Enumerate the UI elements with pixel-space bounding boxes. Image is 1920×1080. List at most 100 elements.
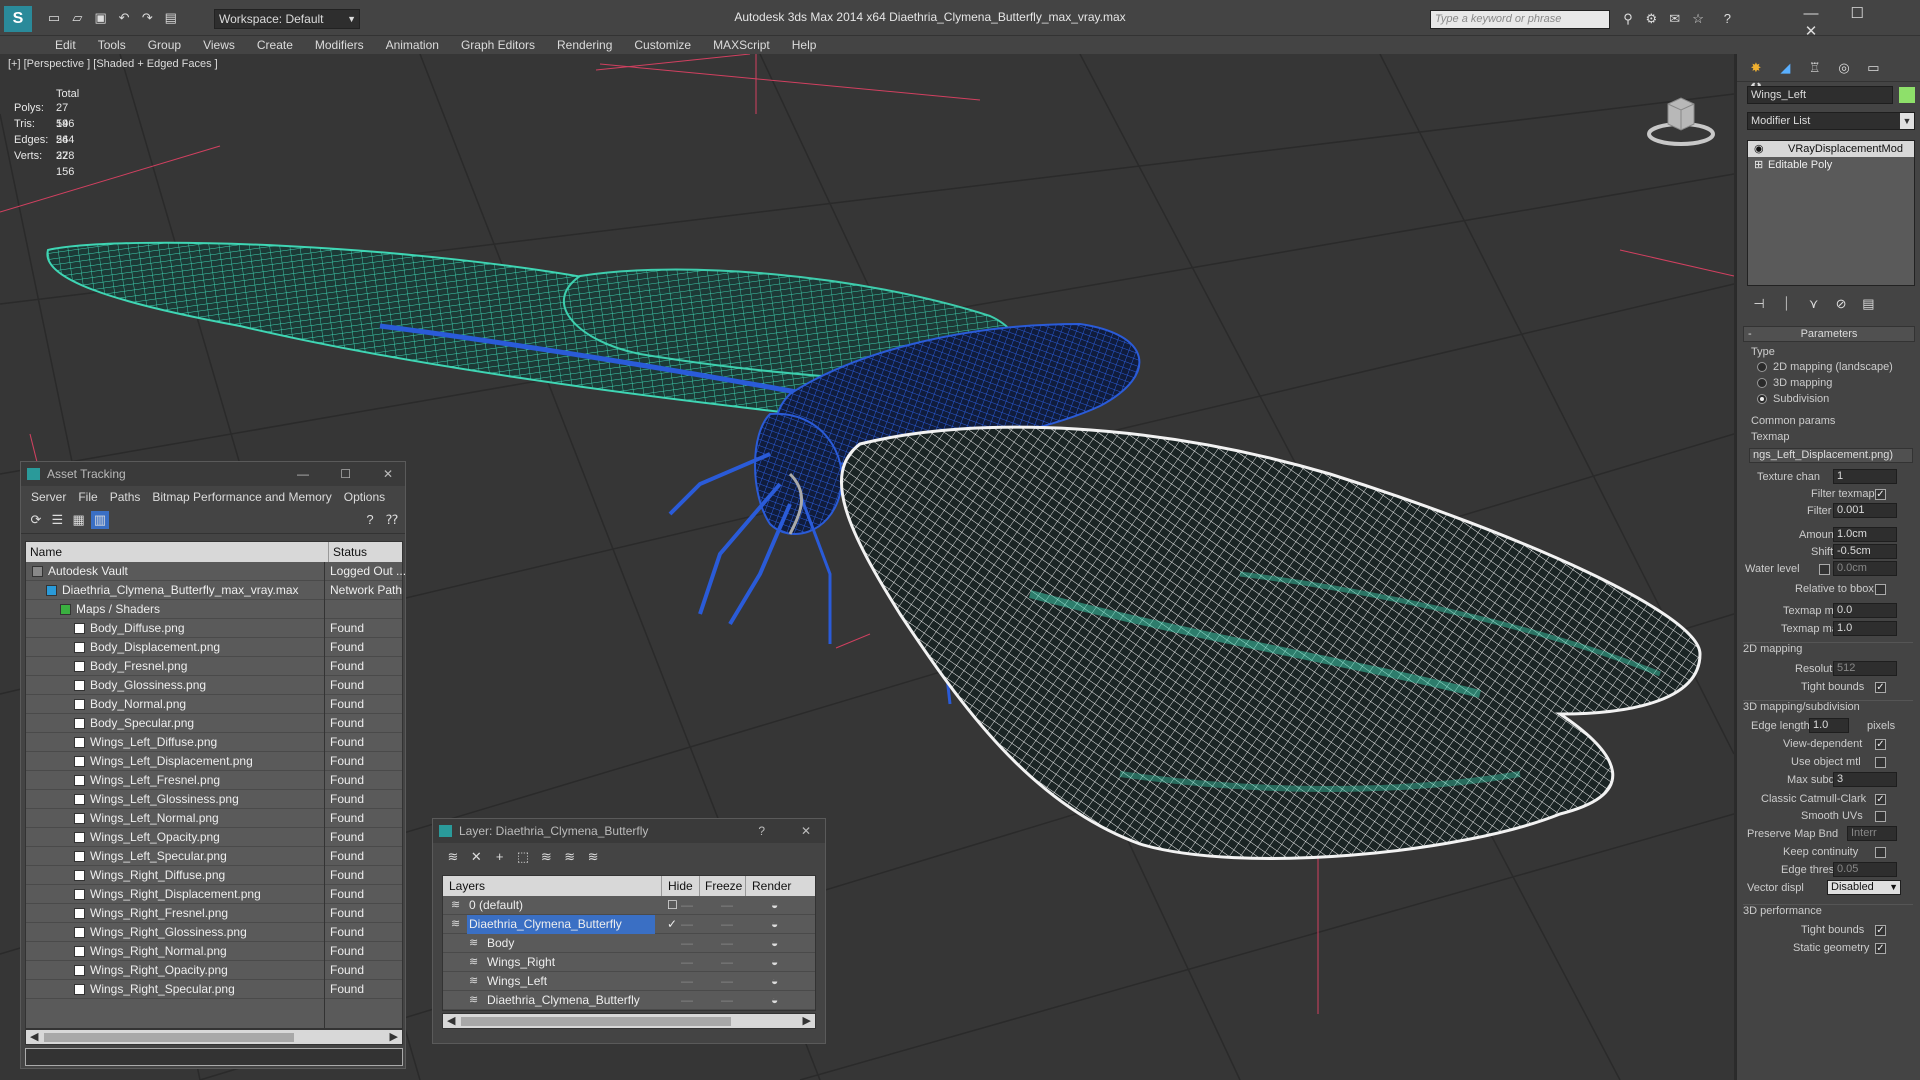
minimize-icon[interactable]: —: [1790, 5, 1832, 22]
filter-texmap-checkbox[interactable]: ✓: [1875, 489, 1886, 500]
thumbnail-view-icon[interactable]: ▦: [70, 511, 88, 529]
pin-stack-icon[interactable]: ⊣: [1747, 294, 1771, 314]
render-teapot-icon[interactable]: ◒: [771, 934, 778, 953]
motion-tab-icon[interactable]: ◎: [1831, 58, 1857, 78]
render-teapot-icon[interactable]: ◒: [771, 915, 778, 934]
current-layer-check-icon[interactable]: ✓: [667, 915, 677, 934]
modify-tab-icon[interactable]: ◢: [1772, 58, 1798, 78]
asset-row[interactable]: Body_Fresnel.png Found: [26, 657, 402, 676]
stack-item-editable-poly[interactable]: ⊞ Editable Poly: [1748, 157, 1914, 173]
favorites-star-icon[interactable]: ☆: [1688, 9, 1708, 29]
scrollbar-thumb[interactable]: [44, 1033, 294, 1042]
current-layer-box-icon[interactable]: ☐: [667, 896, 678, 915]
asset-row[interactable]: Wings_Left_Specular.png Found: [26, 847, 402, 866]
column-header-freeze[interactable]: Freeze: [699, 876, 742, 896]
menu-edit[interactable]: Edit: [44, 36, 87, 54]
hide-toggle-icon[interactable]: —: [681, 915, 693, 934]
hide-toggle-icon[interactable]: —: [681, 953, 693, 972]
configure-sets-icon[interactable]: ▤: [1856, 294, 1880, 314]
water-level-spinner[interactable]: 0.0cm: [1833, 561, 1897, 576]
water-level-checkbox[interactable]: [1819, 564, 1830, 575]
freeze-all-icon[interactable]: ≋: [583, 847, 603, 867]
texmap-min-spinner[interactable]: 0.0: [1833, 603, 1897, 618]
menu-help[interactable]: Help: [781, 36, 828, 54]
menu-group[interactable]: Group: [137, 36, 192, 54]
scroll-right-icon[interactable]: ▶: [390, 1030, 398, 1043]
resolution-spinner[interactable]: 512: [1833, 661, 1897, 676]
view-dependent-checkbox[interactable]: ✓: [1875, 739, 1886, 750]
vector-displ-dropdown[interactable]: Disabled ▼: [1827, 880, 1901, 895]
layer-row[interactable]: ≋ Wings_Left — — ◒: [443, 972, 815, 991]
hide-toggle-icon[interactable]: —: [681, 991, 693, 1010]
minimize-icon[interactable]: —: [297, 462, 309, 486]
asset-row[interactable]: Wings_Right_Normal.png Found: [26, 942, 402, 961]
static-geometry-checkbox[interactable]: ✓: [1875, 943, 1886, 954]
select-objects-icon[interactable]: ⬚: [513, 847, 533, 867]
viewcube[interactable]: [1646, 90, 1716, 150]
relative-bbox-checkbox[interactable]: [1875, 584, 1886, 595]
menu-animation[interactable]: Animation: [375, 36, 450, 54]
hide-toggle-icon[interactable]: —: [681, 972, 693, 991]
create-tab-icon[interactable]: ✸: [1743, 58, 1769, 78]
preserve-map-dropdown[interactable]: Interr: [1847, 826, 1897, 841]
list-view-icon[interactable]: ☰: [48, 511, 66, 529]
asset-menu-server[interactable]: Server: [25, 486, 72, 508]
redo-icon[interactable]: ↷: [137, 8, 157, 28]
scrollbar-thumb[interactable]: [461, 1017, 731, 1026]
layer-row[interactable]: ≋ Wings_Right — — ◒: [443, 953, 815, 972]
close-icon[interactable]: ✕: [801, 819, 811, 843]
workspace-dropdown[interactable]: Workspace: Default ▼: [214, 9, 360, 29]
asset-row[interactable]: Body_Glossiness.png Found: [26, 676, 402, 695]
asset-tracking-titlebar[interactable]: Asset Tracking — ☐ ✕: [21, 462, 405, 486]
asset-row[interactable]: Diaethria_Clymena_Butterfly_max_vray.max…: [26, 581, 402, 600]
column-header-status[interactable]: Status: [328, 542, 367, 562]
asset-path-field[interactable]: [25, 1048, 403, 1066]
asset-row[interactable]: Wings_Left_Fresnel.png Found: [26, 771, 402, 790]
close-icon[interactable]: ✕: [383, 462, 393, 486]
freeze-toggle-icon[interactable]: —: [721, 991, 733, 1010]
asset-row[interactable]: Maps / Shaders: [26, 600, 402, 619]
expand-plus-icon[interactable]: ⊞: [1754, 157, 1763, 173]
scroll-right-icon[interactable]: ▶: [803, 1014, 811, 1027]
menu-create[interactable]: Create: [246, 36, 304, 54]
subscription-icon[interactable]: ⚙: [1641, 9, 1661, 29]
asset-row[interactable]: Wings_Left_Diffuse.png Found: [26, 733, 402, 752]
asset-row[interactable]: Wings_Left_Opacity.png Found: [26, 828, 402, 847]
help-icon[interactable]: ?: [361, 511, 379, 529]
edge-thresh-spinner[interactable]: 0.05: [1833, 862, 1897, 877]
create-layer-icon[interactable]: ≋: [443, 847, 463, 867]
asset-row[interactable]: Body_Normal.png Found: [26, 695, 402, 714]
tight-bounds-checkbox[interactable]: ✓: [1875, 682, 1886, 693]
radio-subdivision[interactable]: [1757, 394, 1767, 404]
app-logo-icon[interactable]: S: [4, 6, 32, 32]
classic-catmull-checkbox[interactable]: ✓: [1875, 794, 1886, 805]
smooth-uvs-checkbox[interactable]: [1875, 811, 1886, 822]
modifier-list-dropdown[interactable]: Modifier List ▼: [1747, 112, 1915, 130]
layer-row[interactable]: ≋ Diaethria_Clymena_Butterfly — — ◒: [443, 991, 815, 1010]
keep-continuity-checkbox[interactable]: [1875, 847, 1886, 858]
menu-graph-editors[interactable]: Graph Editors: [450, 36, 546, 54]
render-teapot-icon[interactable]: ◒: [771, 991, 778, 1010]
asset-row[interactable]: Wings_Left_Displacement.png Found: [26, 752, 402, 771]
hide-toggle-icon[interactable]: —: [681, 934, 693, 953]
binoculars-icon[interactable]: ⚲: [1618, 9, 1638, 29]
menu-tools[interactable]: Tools: [87, 36, 137, 54]
hide-toggle-icon[interactable]: —: [681, 896, 693, 915]
highlight-selected-icon[interactable]: ≋: [536, 847, 556, 867]
delete-layer-icon[interactable]: ✕: [466, 847, 486, 867]
hide-all-icon[interactable]: ≋: [560, 847, 580, 867]
asset-row[interactable]: Body_Specular.png Found: [26, 714, 402, 733]
undo-icon[interactable]: ↶: [114, 8, 134, 28]
asset-row[interactable]: Wings_Right_Diffuse.png Found: [26, 866, 402, 885]
table-view-icon[interactable]: ▥: [91, 511, 110, 529]
context-help-icon[interactable]: ⁇: [383, 511, 401, 529]
freeze-toggle-icon[interactable]: —: [721, 953, 733, 972]
asset-row[interactable]: Autodesk Vault Logged Out ...: [26, 562, 406, 581]
asset-row[interactable]: Wings_Right_Fresnel.png Found: [26, 904, 402, 923]
layer-row[interactable]: ≋ Diaethria_Clymena_Butterfly ✓ — — ◒: [443, 915, 815, 934]
layer-row[interactable]: ≋ 0 (default) ☐ — — ◒: [443, 896, 815, 915]
add-to-layer-icon[interactable]: +: [490, 847, 510, 867]
hierarchy-tab-icon[interactable]: ♖: [1802, 58, 1828, 78]
layer-dialog-titlebar[interactable]: Layer: Diaethria_Clymena_Butterfly ? ✕: [433, 819, 825, 843]
viewport-label[interactable]: [+] [Perspective ] [Shaded + Edged Faces…: [8, 58, 218, 70]
